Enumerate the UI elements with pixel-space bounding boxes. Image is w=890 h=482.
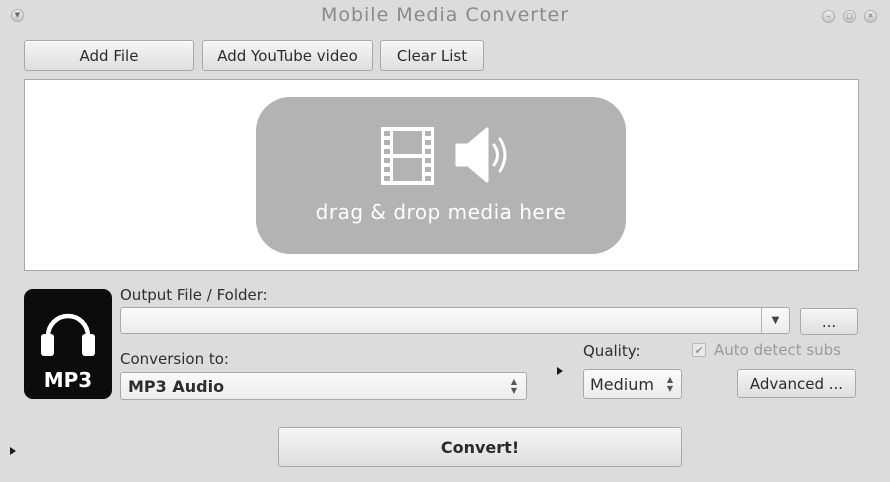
quality-label: Quality:: [583, 342, 641, 360]
checkmark-icon: ✔: [694, 343, 704, 357]
chevron-down-icon: ▼: [771, 315, 780, 326]
add-file-button[interactable]: Add File: [24, 40, 194, 71]
format-badge: MP3: [43, 368, 93, 392]
clear-list-label: Clear List: [396, 46, 468, 65]
output-combobox[interactable]: ▼: [120, 307, 790, 334]
quality-select[interactable]: Medium ▲ ▼: [583, 369, 682, 399]
add-file-label: Add File: [79, 46, 139, 65]
output-dropdown-button[interactable]: ▼: [761, 308, 789, 333]
conversion-select[interactable]: MP3 Audio ▲ ▼: [120, 372, 527, 400]
expand-arrow-icon[interactable]: [557, 367, 563, 375]
browse-button[interactable]: ...: [800, 308, 858, 335]
output-input[interactable]: [121, 308, 761, 333]
conversion-value: MP3 Audio: [128, 376, 225, 396]
add-youtube-label: Add YouTube video: [217, 46, 358, 65]
close-button[interactable]: ✕: [864, 10, 877, 23]
output-label: Output File / Folder:: [120, 286, 268, 304]
add-youtube-button[interactable]: Add YouTube video: [202, 40, 373, 71]
advanced-button[interactable]: Advanced ...: [737, 369, 856, 398]
spin-arrows-icon: ▲ ▼: [666, 375, 674, 393]
quality-value: Medium: [590, 374, 654, 394]
advanced-label: Advanced ...: [749, 374, 844, 393]
spin-arrows-icon: ▲ ▼: [510, 377, 518, 395]
close-icon: ✕: [867, 12, 874, 20]
maximize-button[interactable]: □: [843, 10, 856, 23]
drop-zone[interactable]: [256, 97, 626, 254]
conversion-label: Conversion to:: [120, 350, 229, 368]
expand-arrow-icon[interactable]: [10, 447, 16, 455]
film-strip-icon: [381, 127, 434, 185]
auto-detect-subs-checkbox[interactable]: ✔: [692, 343, 706, 357]
minimize-button[interactable]: –: [822, 10, 835, 23]
headphones-icon: [41, 313, 95, 356]
clear-list-button[interactable]: Clear List: [380, 40, 484, 71]
convert-label: Convert!: [440, 437, 520, 457]
convert-button[interactable]: Convert!: [278, 427, 682, 467]
maximize-icon: □: [846, 12, 853, 20]
minimize-icon: –: [826, 12, 831, 20]
auto-detect-subs-label: Auto detect subs: [714, 341, 842, 359]
window-title: Mobile Media Converter: [320, 4, 570, 26]
speaker-icon: [455, 127, 507, 183]
browse-label: ...: [821, 312, 837, 331]
drop-hint: drag & drop media here: [315, 200, 567, 224]
